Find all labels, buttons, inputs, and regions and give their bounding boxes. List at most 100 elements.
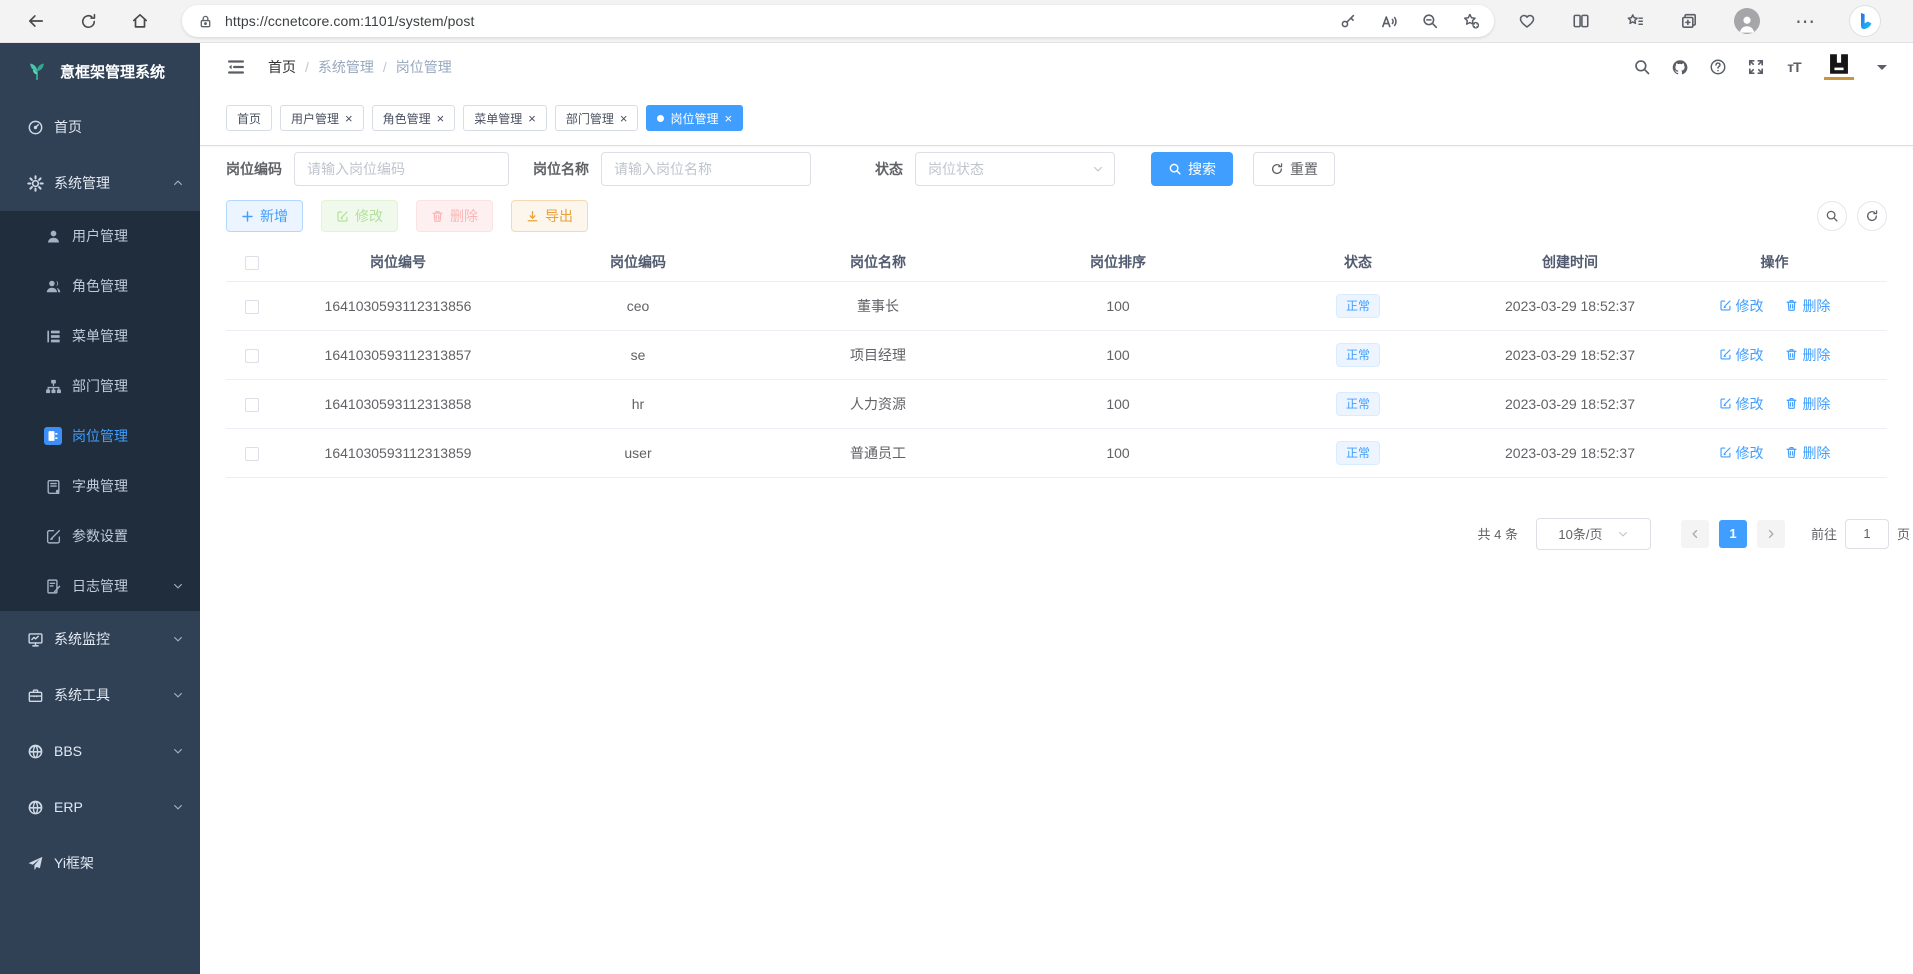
tab-close-icon[interactable]: × [620, 112, 628, 125]
breadcrumb-home[interactable]: 首页 [268, 57, 296, 77]
active-tab-dot [657, 115, 664, 122]
cell-post-sort: 100 [998, 428, 1238, 477]
delete-button-disabled[interactable]: 删除 [416, 200, 493, 232]
header-search-icon[interactable] [1633, 58, 1651, 76]
add-button[interactable]: 新增 [226, 200, 303, 232]
edit-row-button[interactable]: 修改 [1719, 296, 1764, 316]
bing-copilot-icon[interactable] [1850, 6, 1880, 36]
sidebar-item-parameter-settings[interactable]: 参数设置 [0, 511, 200, 561]
help-icon[interactable] [1709, 58, 1727, 76]
export-button[interactable]: 导出 [511, 200, 588, 232]
reset-button[interactable]: 重置 [1253, 152, 1335, 186]
sidebar-item-menu-management[interactable]: 菜单管理 [0, 311, 200, 361]
sidebar-item-system-management[interactable]: 系统管理 [0, 155, 200, 211]
status-select[interactable]: 岗位状态 [915, 152, 1115, 186]
password-key-icon[interactable] [1339, 12, 1357, 30]
sidebar-item-post-management[interactable]: 岗位管理 [0, 411, 200, 461]
search-button[interactable]: 搜索 [1151, 152, 1233, 186]
status-badge: 正常 [1336, 294, 1380, 318]
cell-post-name: 董事长 [758, 281, 998, 330]
tab-menu-management[interactable]: 菜单管理 × [463, 105, 547, 131]
browser-refresh-button[interactable] [72, 5, 104, 37]
next-page-button[interactable] [1757, 520, 1785, 548]
sidebar-item-system-monitoring[interactable]: 系统监控 [0, 611, 200, 667]
split-screen-icon[interactable] [1572, 12, 1590, 30]
sidebar-item-label: 首页 [54, 117, 82, 137]
table-row[interactable]: 1641030593112313859 user 普通员工 100 正常 202… [226, 428, 1887, 477]
sidebar-collapse-icon[interactable] [226, 57, 246, 77]
sidebar-item-department-management[interactable]: 部门管理 [0, 361, 200, 411]
edit-row-button[interactable]: 修改 [1719, 345, 1764, 365]
sidebar-item-bbs[interactable]: BBS [0, 723, 200, 779]
post-name-input[interactable] [601, 152, 811, 186]
browser-home-button[interactable] [124, 5, 156, 37]
favorites-bar-icon[interactable] [1626, 12, 1644, 30]
sidebar-item-home[interactable]: 首页 [0, 99, 200, 155]
page-size-select[interactable]: 10条/页 [1536, 518, 1651, 550]
fullscreen-icon[interactable] [1747, 58, 1765, 76]
row-checkbox[interactable] [245, 349, 259, 363]
table-search-toggle-icon[interactable] [1817, 201, 1847, 231]
tab-close-icon[interactable]: × [528, 112, 536, 125]
sidebar-item-yi-framework[interactable]: Yi框架 [0, 835, 200, 891]
sidebar-item-user-management[interactable]: 用户管理 [0, 211, 200, 261]
sidebar-item-erp[interactable]: ERP [0, 779, 200, 835]
tab-close-icon[interactable]: × [437, 112, 445, 125]
read-aloud-icon[interactable] [1380, 12, 1398, 30]
avatar-dropdown-caret-icon[interactable] [1877, 65, 1887, 70]
edit-button-disabled[interactable]: 修改 [321, 200, 398, 232]
delete-row-button[interactable]: 删除 [1785, 345, 1830, 365]
browser-menu-ellipsis-icon[interactable]: ⋯ [1796, 12, 1814, 30]
pagination: 共 4 条 10条/页 1 前往 页 [226, 518, 1910, 550]
tab-user-management[interactable]: 用户管理 × [280, 105, 364, 131]
col-status: 状态 [1238, 243, 1478, 281]
sidebar-item-label: BBS [54, 743, 82, 759]
sidebar-item-system-tools[interactable]: 系统工具 [0, 667, 200, 723]
sidebar-item-label: 字典管理 [72, 476, 128, 496]
address-bar[interactable]: https://ccnetcore.com:1101/system/post [182, 5, 1494, 37]
row-checkbox[interactable] [245, 300, 259, 314]
table-row[interactable]: 1641030593112313857 se 项目经理 100 正常 2023-… [226, 330, 1887, 379]
edit-row-button[interactable]: 修改 [1719, 443, 1764, 463]
edit-row-button[interactable]: 修改 [1719, 394, 1764, 414]
chevron-up-icon [172, 177, 184, 189]
app-title: 意框架管理系统 [60, 61, 165, 82]
collections-icon[interactable] [1680, 12, 1698, 30]
tab-department-management[interactable]: 部门管理 × [555, 105, 639, 131]
browser-back-button[interactable] [20, 5, 52, 37]
table-row[interactable]: 1641030593112313858 hr 人力资源 100 正常 2023-… [226, 379, 1887, 428]
select-all-checkbox[interactable] [245, 256, 259, 270]
user-avatar[interactable] [1823, 52, 1855, 82]
post-code-input[interactable] [294, 152, 509, 186]
sidebar-item-role-management[interactable]: 角色管理 [0, 261, 200, 311]
delete-row-button[interactable]: 删除 [1785, 296, 1830, 316]
row-checkbox[interactable] [245, 398, 259, 412]
page-number-button[interactable]: 1 [1719, 520, 1747, 548]
org-chart-icon [44, 377, 62, 395]
text-size-icon[interactable]: тT [1785, 58, 1803, 76]
delete-row-button[interactable]: 删除 [1785, 443, 1830, 463]
delete-row-button[interactable]: 删除 [1785, 394, 1830, 414]
goto-page-input[interactable] [1845, 519, 1889, 549]
table-refresh-icon[interactable] [1857, 201, 1887, 231]
tab-close-icon[interactable]: × [724, 112, 732, 125]
cell-post-code: se [518, 330, 758, 379]
url-text[interactable]: https://ccnetcore.com:1101/system/post [225, 13, 474, 29]
tab-close-icon[interactable]: × [345, 112, 353, 125]
table-row[interactable]: 1641030593112313856 ceo 董事长 100 正常 2023-… [226, 281, 1887, 330]
browser-essentials-icon[interactable] [1518, 12, 1536, 30]
sidebar-item-dictionary-management[interactable]: 字典管理 [0, 461, 200, 511]
globe-icon [26, 798, 44, 816]
prev-page-button[interactable] [1681, 520, 1709, 548]
sidebar-item-log-management[interactable]: 日志管理 [0, 561, 200, 611]
tab-role-management[interactable]: 角色管理 × [372, 105, 456, 131]
tab-home[interactable]: 首页 [226, 105, 272, 131]
add-favorite-icon[interactable] [1462, 12, 1480, 30]
zoom-out-icon[interactable] [1421, 12, 1439, 30]
row-checkbox[interactable] [245, 447, 259, 461]
github-icon[interactable] [1671, 58, 1689, 76]
breadcrumb-system[interactable]: 系统管理 [318, 57, 374, 77]
sidebar-item-label: Yi框架 [54, 853, 94, 873]
browser-profile-avatar[interactable] [1734, 8, 1760, 34]
tab-post-management[interactable]: 岗位管理 × [646, 105, 743, 131]
